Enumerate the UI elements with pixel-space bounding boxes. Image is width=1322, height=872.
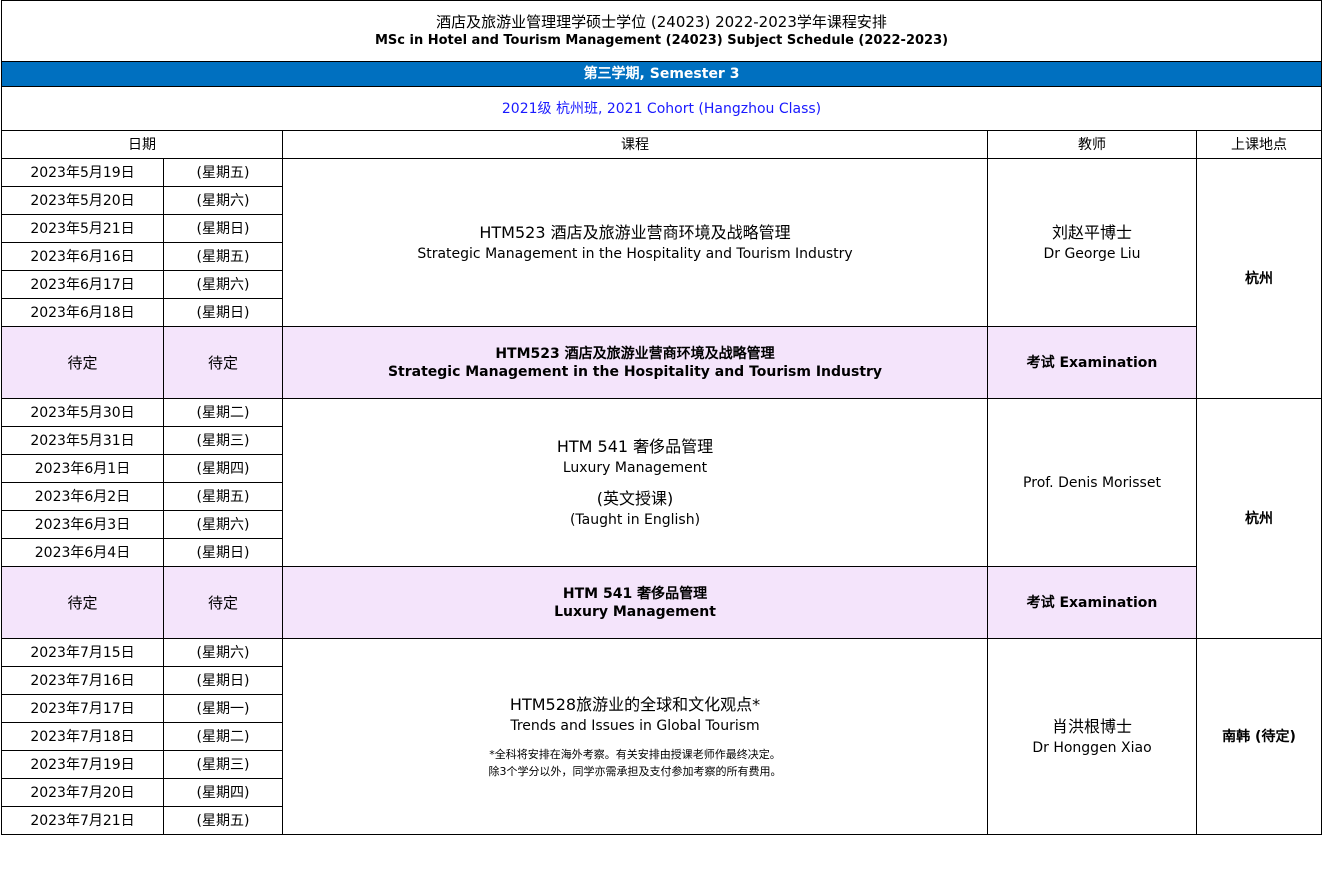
header-date: 日期 (1, 130, 283, 159)
cohort-label: 2021级 杭州班, 2021 Cohort (Hangzhou Class) (0, 86, 1322, 131)
date-cell: 2023年6月18日 (1, 298, 164, 327)
title-en: MSc in Hotel and Tourism Management (240… (374, 33, 949, 48)
date-cell: 2023年7月16日 (1, 666, 164, 695)
course-cell: HTM528旅游业的全球和文化观点* Trends and Issues in … (282, 638, 988, 835)
course-cell: HTM523 酒店及旅游业营商环境及战略管理 Strategic Managem… (282, 158, 988, 327)
teacher-name-zh: 肖洪根博士 (1051, 716, 1132, 736)
day-cell: (星期六) (163, 186, 283, 215)
teacher-name-zh: 刘赵平博士 (1051, 222, 1132, 242)
course-title-en: Luxury Management (562, 459, 708, 476)
date-cell: 2023年5月19日 (1, 158, 164, 187)
course-title-zh: HTM 541 奢侈品管理 (556, 436, 714, 456)
teacher-cell: 肖洪根博士 Dr Honggen Xiao (987, 638, 1197, 835)
date-cell: 2023年6月4日 (1, 538, 164, 567)
date-cell: 2023年6月2日 (1, 482, 164, 511)
page-title: 酒店及旅游业管理理学硕士学位 (24023) 2022-2023学年课程安排 M… (0, 0, 1322, 62)
location-cell: 杭州 (1195, 158, 1322, 399)
day-cell: (星期六) (163, 638, 283, 667)
course-title-en: Strategic Management in the Hospitality … (417, 245, 853, 262)
exam-course-en: Strategic Management in the Hospitality … (387, 363, 883, 380)
day-cell: (星期日) (163, 666, 283, 695)
exam-date-cell: 待定 (1, 326, 164, 399)
day-cell: (星期五) (163, 158, 283, 187)
course-title-zh: HTM523 酒店及旅游业营商环境及战略管理 (479, 222, 791, 242)
course-note-2: 除3个学分以外，同学亦需承担及支付参加考察的所有费用。 (488, 764, 782, 778)
day-cell: (星期五) (163, 242, 283, 271)
semester-banner: 第三学期, Semester 3 (0, 61, 1322, 87)
date-cell: 2023年5月21日 (1, 214, 164, 243)
date-cell: 2023年7月21日 (1, 806, 164, 835)
date-cell: 2023年6月3日 (1, 510, 164, 539)
exam-row: 待定 待定 HTM523 酒店及旅游业营商环境及战略管理 Strategic M… (1, 326, 1322, 399)
day-cell: (星期三) (163, 750, 283, 779)
exam-day-cell: 待定 (163, 566, 283, 639)
day-cell: (星期五) (163, 806, 283, 835)
date-cell: 2023年7月15日 (1, 638, 164, 667)
table-row: 2023年7月15日 (星期六) HTM528旅游业的全球和文化观点* Tren… (1, 638, 1322, 835)
exam-course-cell: HTM523 酒店及旅游业营商环境及战略管理 Strategic Managem… (282, 326, 988, 399)
exam-teacher-cell: 考试 Examination (987, 566, 1197, 639)
exam-course-cell: HTM 541 奢侈品管理 Luxury Management (282, 566, 988, 639)
exam-teacher-cell: 考试 Examination (987, 326, 1197, 399)
day-cell: (星期一) (163, 694, 283, 723)
location-cell: 南韩 (待定) (1195, 638, 1322, 835)
course-language-en: (Taught in English) (569, 511, 701, 528)
teacher-name: Prof. Denis Morisset (1023, 474, 1161, 491)
date-cell: 2023年7月18日 (1, 722, 164, 751)
course-title-zh: HTM528旅游业的全球和文化观点* (509, 694, 761, 714)
title-row: 酒店及旅游业管理理学硕士学位 (24023) 2022-2023学年课程安排 M… (0, 0, 1322, 62)
table-row: 2023年5月19日 (星期五) HTM523 酒店及旅游业营商环境及战略管理 … (1, 158, 1322, 399)
day-cell: (星期四) (163, 454, 283, 483)
exam-date-cell: 待定 (1, 566, 164, 639)
date-cell: 2023年6月1日 (1, 454, 164, 483)
header-course: 课程 (282, 130, 988, 159)
date-cell: 2023年7月19日 (1, 750, 164, 779)
date-cell: 2023年7月20日 (1, 778, 164, 807)
exam-day-cell: 待定 (163, 326, 283, 399)
header-row: 日期 课程 教师 上课地点 (1, 130, 1322, 159)
course-language-zh: (英文授课) (596, 488, 674, 508)
day-cell: (星期二) (163, 722, 283, 751)
day-cell: (星期六) (163, 510, 283, 539)
exam-course-zh: HTM523 酒店及旅游业营商环境及战略管理 (495, 345, 775, 362)
schedule-table: 酒店及旅游业管理理学硕士学位 (24023) 2022-2023学年课程安排 M… (0, 0, 1322, 835)
teacher-name-en: Dr George Liu (1043, 245, 1141, 262)
exam-course-en: Luxury Management (554, 603, 716, 620)
header-teacher: 教师 (987, 130, 1197, 159)
day-cell: (星期四) (163, 778, 283, 807)
date-cell: 2023年7月17日 (1, 694, 164, 723)
location-cell: 杭州 (1195, 398, 1322, 639)
date-cell: 2023年6月17日 (1, 270, 164, 299)
semester-row: 第三学期, Semester 3 (0, 61, 1322, 87)
day-cell: (星期日) (163, 214, 283, 243)
date-cell: 2023年6月16日 (1, 242, 164, 271)
date-cell: 2023年5月31日 (1, 426, 164, 455)
day-cell: (星期日) (163, 298, 283, 327)
cohort-row: 2021级 杭州班, 2021 Cohort (Hangzhou Class) (0, 86, 1322, 131)
teacher-name-en: Dr Honggen Xiao (1032, 739, 1152, 756)
day-cell: (星期六) (163, 270, 283, 299)
date-cell: 2023年5月30日 (1, 398, 164, 427)
course-cell: HTM 541 奢侈品管理 Luxury Management (英文授课) (… (282, 398, 988, 567)
date-cell: 2023年5月20日 (1, 186, 164, 215)
day-cell: (星期二) (163, 398, 283, 427)
teacher-cell: 刘赵平博士 Dr George Liu (987, 158, 1197, 327)
day-cell: (星期日) (163, 538, 283, 567)
day-cell: (星期五) (163, 482, 283, 511)
exam-row: 待定 待定 HTM 541 奢侈品管理 Luxury Management 考试… (1, 566, 1322, 639)
course-title-en: Trends and Issues in Global Tourism (510, 717, 760, 734)
exam-course-zh: HTM 541 奢侈品管理 (562, 585, 708, 602)
day-cell: (星期三) (163, 426, 283, 455)
teacher-cell: Prof. Denis Morisset (987, 398, 1197, 567)
header-location: 上课地点 (1195, 130, 1322, 159)
title-zh: 酒店及旅游业管理理学硕士学位 (24023) 2022-2023学年课程安排 (436, 13, 887, 31)
table-row: 2023年5月30日 (星期二) HTM 541 奢侈品管理 Luxury Ma… (1, 398, 1322, 639)
course-note-1: *全科将安排在海外考察。有关安排由授课老师作最终决定。 (489, 747, 781, 761)
